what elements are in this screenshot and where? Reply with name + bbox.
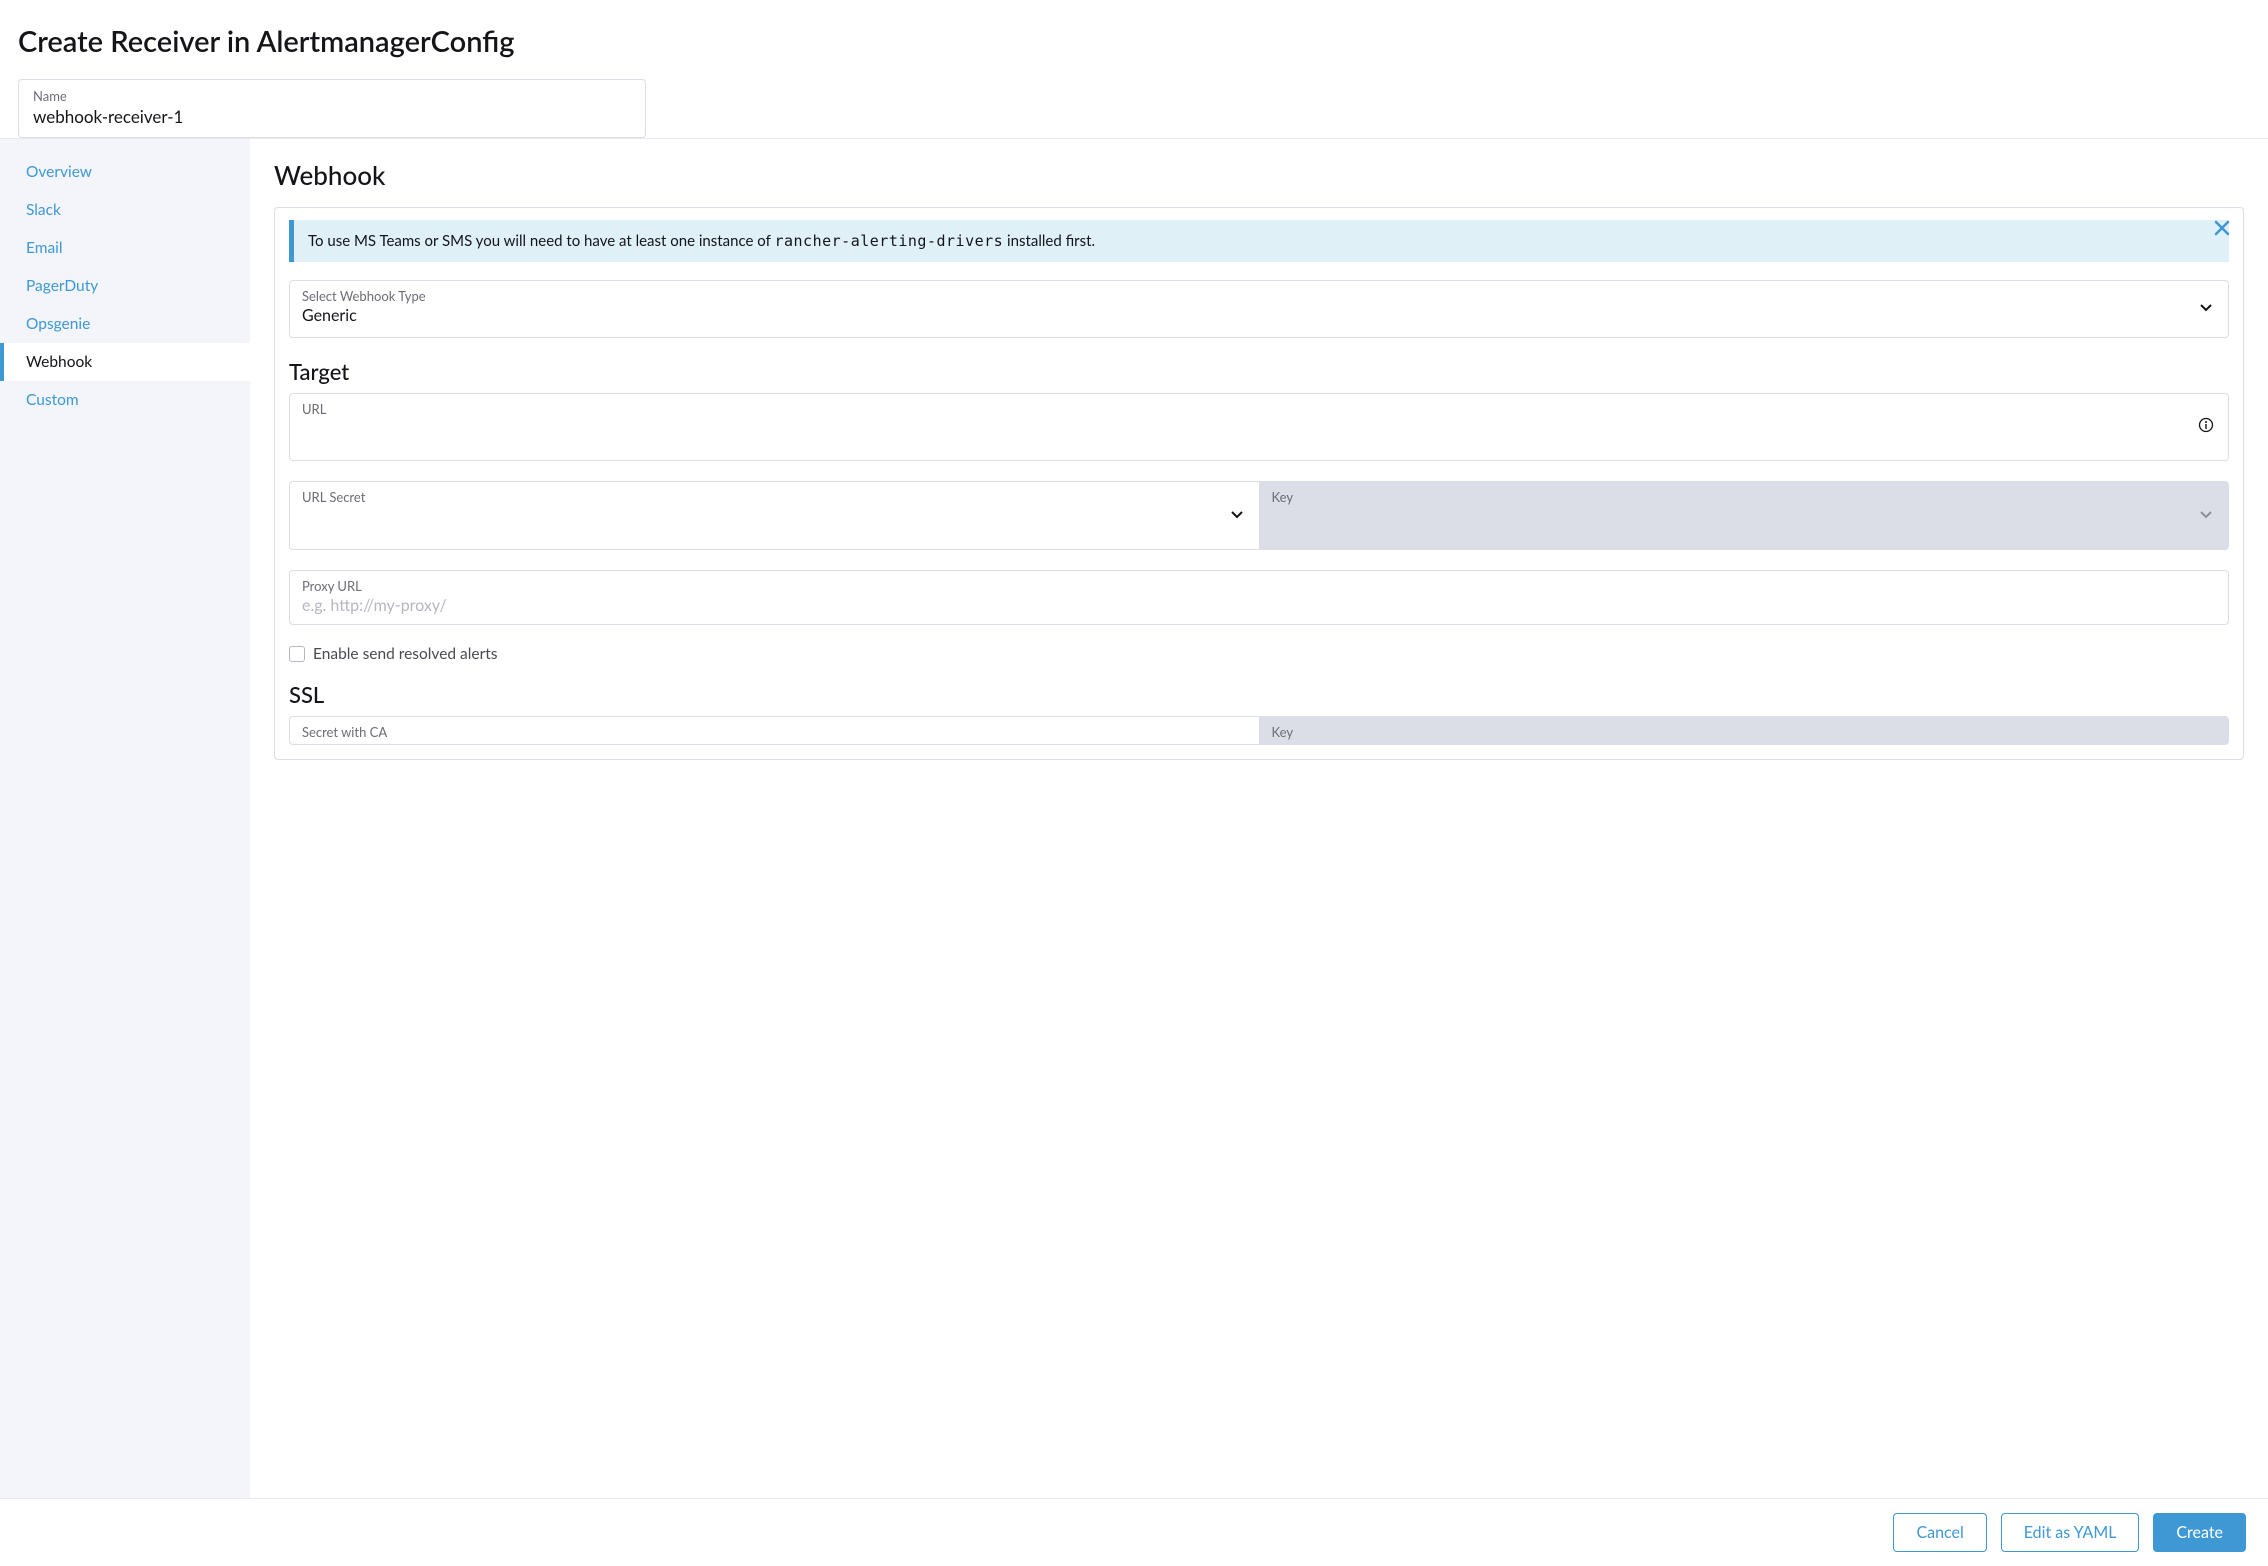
cancel-button[interactable]: Cancel (1893, 1513, 1986, 1552)
proxy-url-input[interactable] (302, 596, 2186, 615)
ssl-key-label: Key (1272, 724, 2217, 740)
url-input[interactable] (302, 419, 2186, 438)
name-input[interactable] (33, 106, 631, 127)
sidebar-item-label: Opsgenie (26, 315, 90, 333)
page-title: Create Receiver in AlertmanagerConfig (18, 24, 2250, 59)
sidebar-item-overview[interactable]: Overview (0, 153, 250, 191)
section-heading-webhook: Webhook (274, 159, 2244, 191)
secret-ca-label: Secret with CA (302, 724, 1247, 740)
checkbox-icon (289, 646, 305, 662)
edit-yaml-button[interactable]: Edit as YAML (2001, 1513, 2140, 1552)
info-icon[interactable] (2198, 417, 2214, 437)
create-button[interactable]: Create (2153, 1513, 2246, 1552)
webhook-type-value: Generic (302, 306, 2216, 328)
sidebar-item-label: Custom (26, 391, 79, 409)
proxy-url-field[interactable]: Proxy URL (289, 570, 2229, 625)
footer: Cancel Edit as YAML Create (0, 1498, 2268, 1566)
url-field[interactable]: URL (289, 393, 2229, 461)
info-banner-text-suffix: installed first. (1003, 232, 1095, 250)
key-label: Key (1272, 489, 2217, 505)
close-icon[interactable] (2213, 218, 2231, 242)
webhook-type-select[interactable]: Select Webhook Type Generic (289, 280, 2229, 338)
sidebar-item-slack[interactable]: Slack (0, 191, 250, 229)
sidebar-item-pagerduty[interactable]: PagerDuty (0, 267, 250, 305)
url-secret-select[interactable]: URL Secret (289, 481, 1259, 550)
info-banner-code: rancher-alerting-drivers (774, 232, 1003, 250)
ssl-key-select-disabled: Key (1259, 716, 2230, 745)
sidebar-item-label: Email (26, 239, 63, 257)
name-field[interactable]: Name (18, 79, 646, 138)
name-field-label: Name (33, 88, 631, 104)
sidebar-item-email[interactable]: Email (0, 229, 250, 267)
target-heading: Target (289, 358, 2229, 385)
webhook-card: To use MS Teams or SMS you will need to … (274, 207, 2244, 760)
sidebar: Overview Slack Email PagerDuty Opsgenie … (0, 139, 250, 1498)
sidebar-item-webhook[interactable]: Webhook (0, 343, 250, 381)
sidebar-item-label: Overview (26, 163, 92, 181)
info-banner: To use MS Teams or SMS you will need to … (289, 220, 2229, 262)
info-banner-text-prefix: To use MS Teams or SMS you will need to … (308, 232, 774, 250)
proxy-url-label: Proxy URL (302, 578, 2216, 594)
url-secret-label: URL Secret (302, 489, 1247, 505)
url-secret-value (302, 507, 1247, 529)
enable-resolved-checkbox[interactable]: Enable send resolved alerts (289, 645, 2229, 663)
key-value (1272, 507, 2217, 529)
url-label: URL (302, 401, 2216, 417)
sidebar-item-custom[interactable]: Custom (0, 381, 250, 419)
ssl-heading: SSL (289, 681, 2229, 708)
webhook-type-label: Select Webhook Type (302, 288, 2216, 304)
key-select-disabled: Key (1259, 481, 2230, 550)
sidebar-item-label: Slack (26, 201, 61, 219)
main-content: Webhook To use MS Teams or SMS you will … (250, 139, 2268, 1498)
sidebar-item-opsgenie[interactable]: Opsgenie (0, 305, 250, 343)
secret-ca-select[interactable]: Secret with CA (289, 716, 1259, 745)
enable-resolved-label: Enable send resolved alerts (313, 645, 498, 663)
sidebar-item-label: Webhook (26, 353, 92, 371)
sidebar-item-label: PagerDuty (26, 277, 98, 295)
